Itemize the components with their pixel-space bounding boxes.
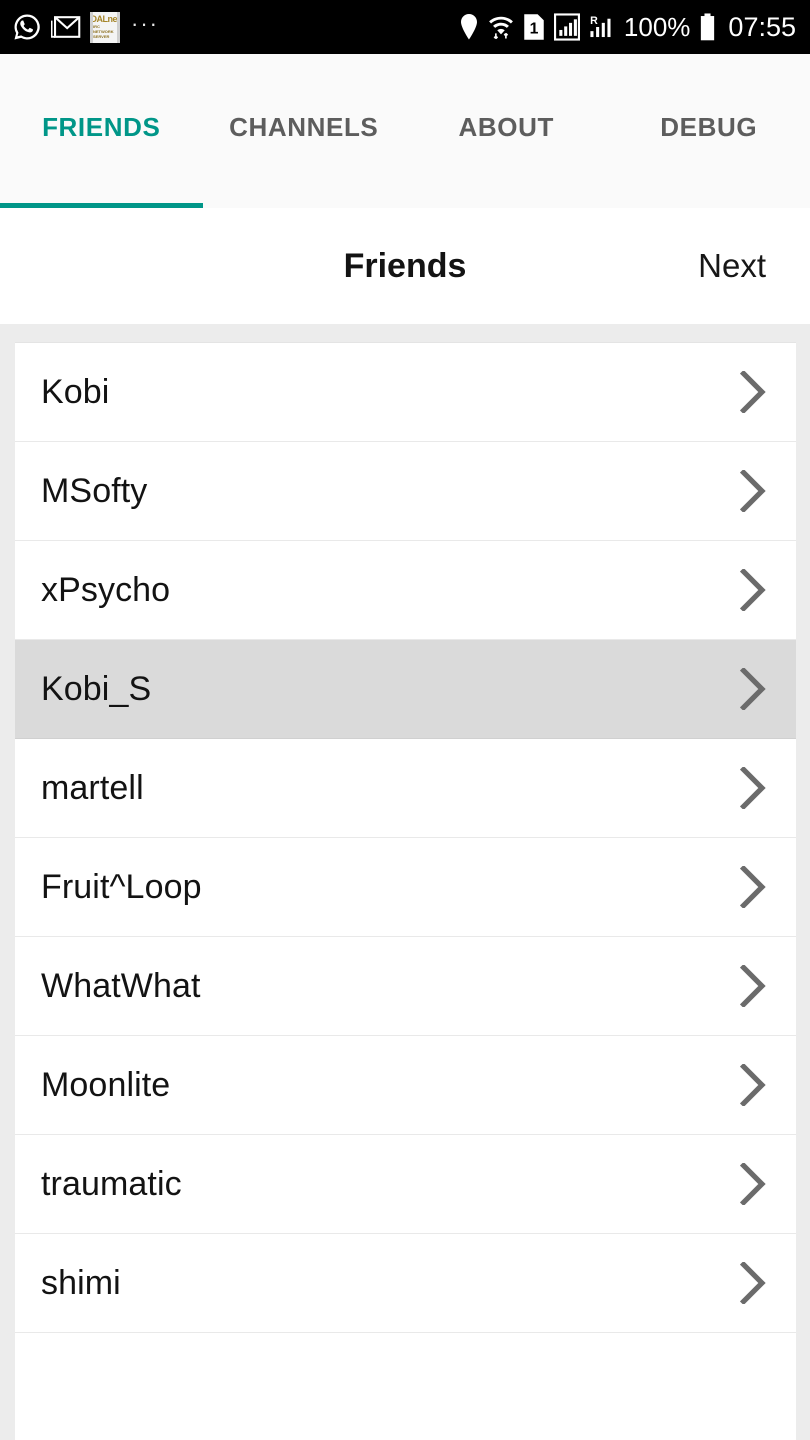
friend-name-label: xPsycho: [41, 570, 171, 609]
battery-percent-label: 100%: [623, 11, 691, 42]
status-bar-notifications: DALnet IRC NETWORK SERVER ···: [12, 11, 459, 43]
news-app-icon: DALnet IRC NETWORK SERVER: [90, 11, 120, 43]
location-pin-icon: [459, 13, 479, 41]
next-button[interactable]: Next: [698, 247, 766, 285]
chevron-right-icon[interactable]: [710, 767, 796, 809]
page-title: Friends: [343, 246, 467, 285]
tab-about[interactable]: ABOUT: [405, 54, 608, 208]
tab-channels-label: CHANNELS: [229, 111, 379, 142]
chevron-right-icon[interactable]: [710, 1262, 796, 1304]
status-bar: DALnet IRC NETWORK SERVER ··· 1 R 100% 0…: [0, 0, 810, 54]
chevron-right-icon[interactable]: [710, 470, 796, 512]
friend-row[interactable]: Kobi_S: [15, 640, 796, 739]
friend-name-label: MSofty: [41, 471, 148, 510]
chevron-right-icon[interactable]: [710, 866, 796, 908]
friend-row[interactable]: WhatWhat: [15, 937, 796, 1036]
tab-friends[interactable]: FRIENDS: [0, 54, 203, 208]
svg-text:R: R: [590, 15, 598, 27]
friend-row[interactable]: Fruit^Loop: [15, 838, 796, 937]
friends-list-area: Kobi MSofty xPsycho Kobi_Smartell Fruit^Loop…: [0, 324, 810, 1440]
friend-row[interactable]: traumatic: [15, 1135, 796, 1234]
friend-name-label: WhatWhat: [41, 966, 201, 1005]
friend-name-label: shimi: [41, 1263, 121, 1302]
friend-name-label: Kobi_S: [41, 669, 152, 708]
battery-icon: [699, 13, 716, 41]
tab-bar: FRIENDS CHANNELS ABOUT DEBUG: [0, 54, 810, 208]
friends-list-card: Kobi MSofty xPsycho Kobi_Smartell Fruit^Loop…: [15, 342, 796, 1440]
tab-debug[interactable]: DEBUG: [608, 54, 810, 208]
news-app-icon-line2: IRC NETWORK SERVER: [93, 24, 114, 39]
friend-row[interactable]: martell: [15, 739, 796, 838]
friend-row[interactable]: Moonlite: [15, 1036, 796, 1135]
friend-row[interactable]: Kobi: [15, 343, 796, 442]
chevron-right-icon[interactable]: [710, 569, 796, 611]
signal-bars-icon: [553, 13, 580, 41]
tab-debug-label: DEBUG: [660, 111, 758, 142]
tab-friends-label: FRIENDS: [42, 111, 161, 142]
chevron-right-icon[interactable]: [710, 371, 796, 413]
clock-label: 07:55: [728, 11, 796, 42]
page-header: Friends Next: [0, 208, 810, 324]
friend-name-label: Kobi: [41, 372, 110, 411]
overflow-dots-icon: ···: [131, 11, 159, 36]
chevron-right-icon[interactable]: [710, 1064, 796, 1106]
chevron-right-icon[interactable]: [710, 1163, 796, 1205]
news-app-icon-line1: DALnet: [90, 14, 120, 24]
tab-channels[interactable]: CHANNELS: [203, 54, 406, 208]
friend-row[interactable]: MSofty: [15, 442, 796, 541]
roaming-signal-icon: R: [589, 13, 615, 41]
status-bar-system: 1 R 100% 07:55: [459, 12, 796, 43]
sim-1-icon: 1: [523, 13, 545, 41]
friend-name-label: traumatic: [41, 1164, 182, 1203]
chevron-right-icon[interactable]: [710, 965, 796, 1007]
friend-row[interactable]: shimi: [15, 1234, 796, 1333]
chevron-right-icon[interactable]: [710, 668, 796, 710]
svg-text:1: 1: [530, 21, 539, 38]
whatsapp-icon: [12, 12, 42, 42]
friend-row[interactable]: xPsycho: [15, 541, 796, 640]
wifi-icon: [488, 13, 514, 41]
gmail-icon: [51, 14, 81, 40]
friend-name-label: Fruit^Loop: [41, 867, 202, 906]
friend-name-label: martell: [41, 768, 144, 807]
friend-name-label: Moonlite: [41, 1065, 171, 1104]
tab-about-label: ABOUT: [458, 111, 554, 142]
